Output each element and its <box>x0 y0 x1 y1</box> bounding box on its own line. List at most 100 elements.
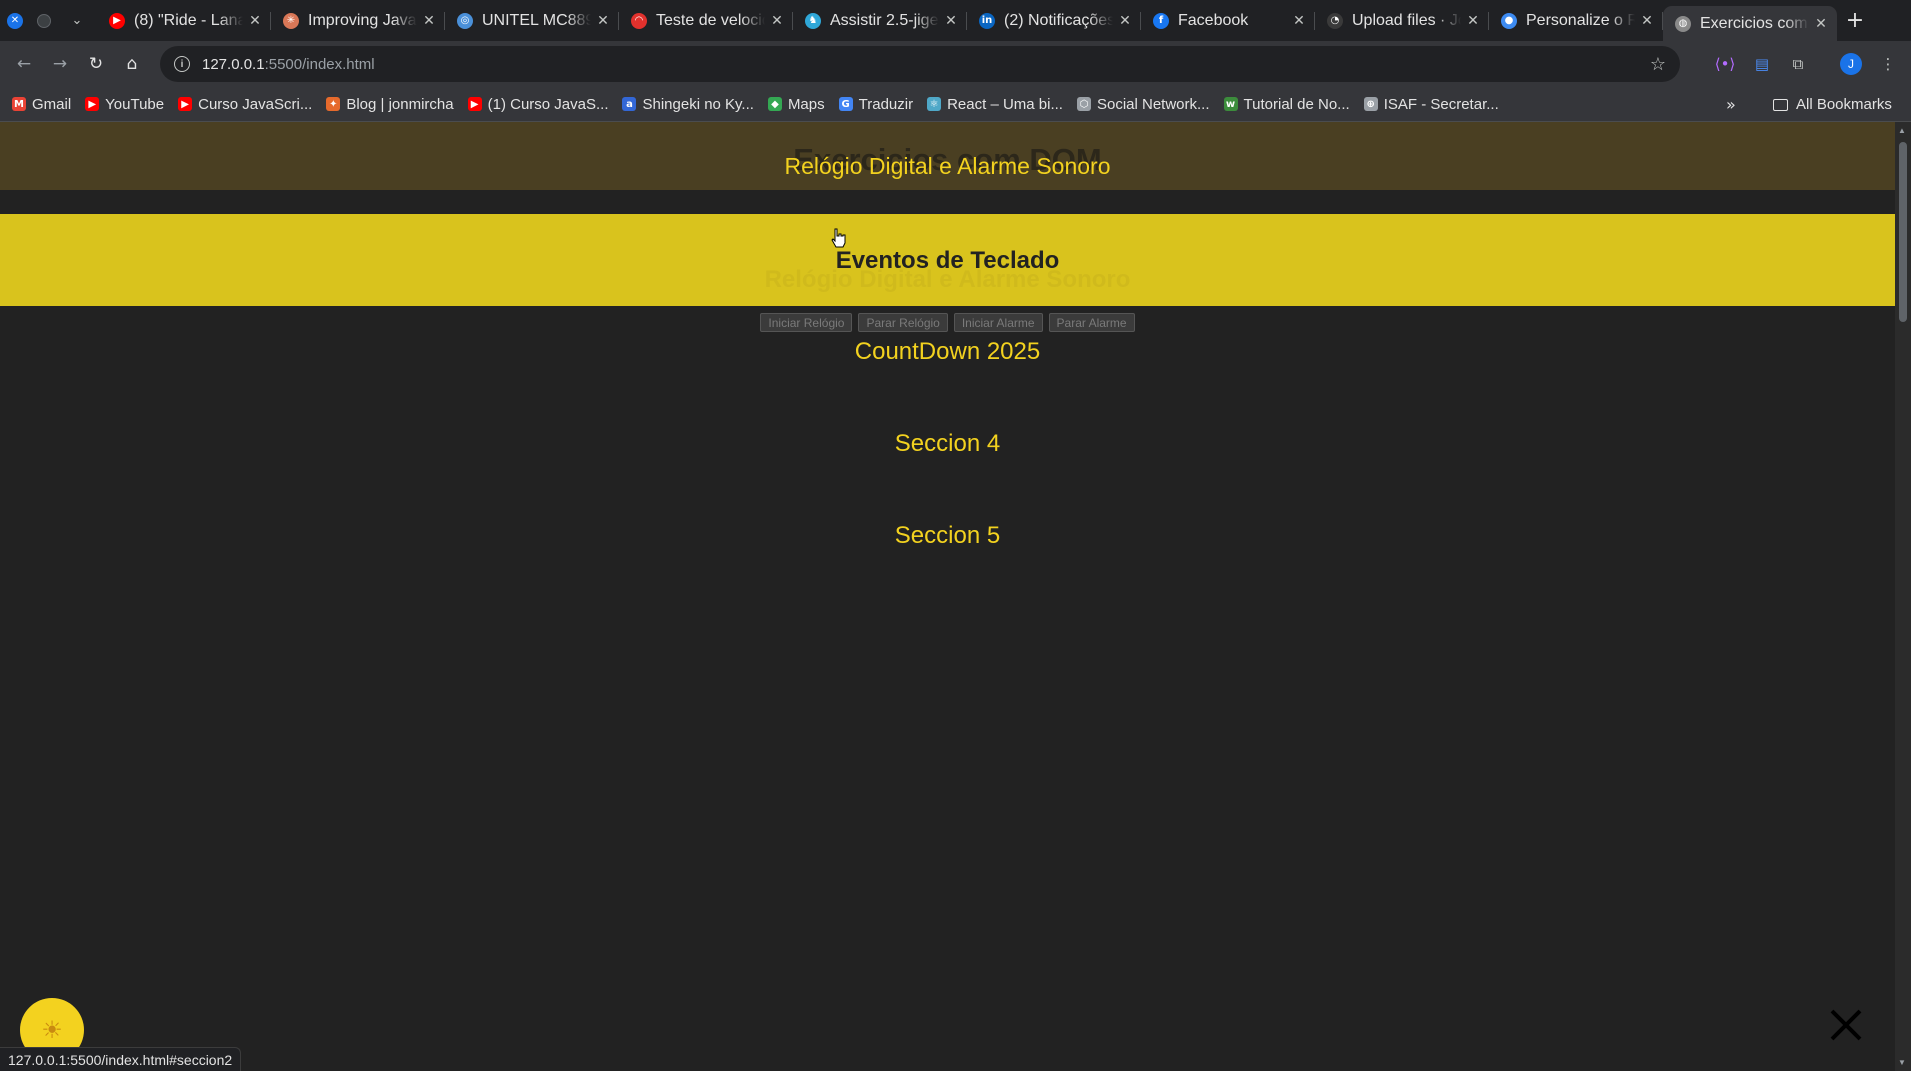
bookmark-item[interactable]: ⬡ Social Network... <box>1076 96 1210 113</box>
home-button[interactable]: ⌂ <box>114 46 150 82</box>
close-tab-icon[interactable]: ✕ <box>943 13 959 29</box>
translate-icon: G <box>838 97 853 111</box>
extensions-puzzle-icon[interactable]: ⧉ <box>1784 50 1812 78</box>
close-tab-icon[interactable]: ✕ <box>1465 13 1481 29</box>
forward-button[interactable]: → <box>42 46 78 82</box>
close-menu-icon[interactable] <box>1826 1005 1866 1045</box>
close-tab-icon[interactable]: ✕ <box>421 13 437 29</box>
bookmark-label: Gmail <box>32 95 72 113</box>
tab-title: Personalize o R <box>1526 11 1635 29</box>
browser-menu-icon[interactable]: ⋮ <box>1874 50 1902 78</box>
bookmark-item[interactable]: ✦ Blog | jonmircha <box>326 95 454 113</box>
bookmark-item[interactable]: ⊕ ISAF - Secretar... <box>1363 95 1499 113</box>
close-tab-icon[interactable]: ✕ <box>595 13 611 29</box>
anime-icon: ♞ <box>805 12 821 29</box>
bookmark-label: ISAF - Secretar... <box>1383 95 1499 113</box>
bookmark-star-icon[interactable]: ☆ <box>1650 54 1666 75</box>
clock-button-group: Iniciar Relógio Parar Relógio Iniciar Al… <box>0 313 1895 332</box>
browser-tab[interactable]: ✳ Improving Java ✕ <box>271 0 445 41</box>
back-button[interactable]: ← <box>6 46 42 82</box>
youtube-icon: ▶ <box>85 97 100 111</box>
menu-link-countdown[interactable]: CountDown 2025 <box>0 338 1895 366</box>
web-page: Exercicios com DOM Relógio Digital e Ala… <box>0 122 1895 1071</box>
more-bookmarks-icon[interactable]: » <box>1726 95 1736 114</box>
browser-tab[interactable]: ◠ Teste de velocid ✕ <box>619 0 793 41</box>
bookmark-label: Blog | jonmircha <box>346 95 454 113</box>
browser-tab[interactable]: ◔ Upload files · Jo ✕ <box>1315 0 1489 41</box>
tab-group-icon[interactable] <box>30 0 57 41</box>
bookmark-item[interactable]: ▶ YouTube <box>85 96 164 113</box>
globe-icon: ◎ <box>457 12 473 29</box>
browser-tab[interactable]: ● Personalize o R ✕ <box>1489 0 1663 41</box>
bookmark-item[interactable]: ◆ Maps <box>767 96 825 113</box>
bookmark-item[interactable]: G Traduzir <box>838 96 913 113</box>
stop-alarm-button[interactable]: Parar Alarme <box>1048 313 1135 332</box>
page-icon: ◍ <box>1675 15 1691 32</box>
page-scrollbar[interactable]: ▲ ▼ <box>1895 122 1911 1071</box>
start-alarm-button[interactable]: Iniciar Alarme <box>953 313 1043 332</box>
browser-tab[interactable]: in (2) Notificações ✕ <box>967 0 1141 41</box>
site-info-icon[interactable]: i <box>174 56 190 72</box>
linkedin-icon: in <box>979 12 995 29</box>
url-path: :5500/index.html <box>264 55 375 73</box>
browser-tab[interactable]: f Facebook ✕ <box>1141 0 1315 41</box>
scroll-up-icon[interactable]: ▲ <box>1898 126 1906 135</box>
bookmark-label: YouTube <box>105 95 165 113</box>
youtube-icon: ▶ <box>467 97 482 111</box>
start-clock-button[interactable]: Iniciar Relógio <box>760 313 853 332</box>
status-bar-url: 127.0.0.1:5500/index.html#seccion2 <box>0 1047 242 1071</box>
extension-icon[interactable]: ⟨•⟩ <box>1711 50 1739 78</box>
bookmark-item[interactable]: w Tutorial de No... <box>1223 96 1350 113</box>
bookmark-item[interactable]: M Gmail <box>12 96 71 113</box>
bookmark-item[interactable]: ⚛ React – Uma bi... <box>927 96 1063 113</box>
close-tab-icon[interactable]: ✕ <box>247 13 263 29</box>
menu-link-seccion4[interactable]: Seccion 4 <box>0 430 1895 458</box>
bookmark-label: (1) Curso JavaS... <box>487 95 609 113</box>
speedtest-icon: ◠ <box>631 12 647 29</box>
browser-tab[interactable]: ▶ (8) "Ride - Lana ✕ <box>97 0 271 41</box>
bookmark-item[interactable]: ▶ Curso JavaScri... <box>178 96 312 113</box>
reload-button[interactable]: ↻ <box>78 46 114 82</box>
react-icon: ⚛ <box>927 97 942 111</box>
stop-clock-button[interactable]: Parar Relógio <box>858 313 948 332</box>
tab-title: (2) Notificações <box>1004 11 1113 29</box>
close-tab-icon[interactable]: ✕ <box>1291 13 1307 29</box>
close-window-icon[interactable]: ✕ <box>0 0 30 41</box>
bookmarks-bar: M Gmail ▶ YouTube ▶ Curso JavaScri... ✦ Blog | … <box>0 87 1911 122</box>
scrollbar-thumb[interactable] <box>1899 142 1907 322</box>
profile-avatar[interactable]: J <box>1840 53 1862 75</box>
scroll-down-icon[interactable]: ▼ <box>1898 1058 1906 1067</box>
browser-chrome: ✕ ⌄ ▶ (8) "Ride - Lana ✕ ✳ Improving Java ✕ ◎ U… <box>0 0 1911 122</box>
bookmark-label: Shingeki no Ky... <box>642 95 754 113</box>
translate-extension-icon[interactable]: ▤ <box>1748 50 1776 78</box>
tab-title: Facebook <box>1178 11 1249 29</box>
menu-link-seccion5[interactable]: Seccion 5 <box>0 522 1895 550</box>
tab-title: Teste de velocid <box>656 11 765 29</box>
close-tab-icon[interactable]: ✕ <box>1639 13 1655 29</box>
menu-link-teclado[interactable]: Eventos de Teclado <box>0 247 1895 275</box>
all-bookmarks-button[interactable]: All Bookmarks <box>1773 87 1892 122</box>
bookmark-item[interactable]: a Shingeki no Ky... <box>622 95 754 113</box>
facebook-icon: f <box>1153 12 1169 29</box>
bookmark-label: Curso JavaScri... <box>198 95 313 113</box>
tab-title: UNITEL MC889 <box>482 11 591 29</box>
bookmark-item[interactable]: ▶ (1) Curso JavaS... <box>467 95 609 113</box>
folder-icon <box>1773 98 1788 111</box>
anime-icon: a <box>622 97 637 111</box>
browser-tab[interactable]: ◍ Exercicios com ✕ <box>1663 6 1837 41</box>
claude-icon: ✳ <box>283 12 299 29</box>
youtube-icon: ▶ <box>109 12 125 29</box>
browser-tab[interactable]: ♞ Assistir 2.5-jige ✕ <box>793 0 967 41</box>
address-bar[interactable]: i 127.0.0.1:5500/index.html ☆ <box>160 46 1680 82</box>
tab-title: (8) "Ride - Lana <box>134 11 243 29</box>
close-tab-icon[interactable]: ✕ <box>1813 16 1829 32</box>
new-tab-button[interactable]: + <box>1837 0 1873 41</box>
tab-search-icon[interactable]: ⌄ <box>57 0 97 41</box>
close-tab-icon[interactable]: ✕ <box>1117 13 1133 29</box>
tab-title: Assistir 2.5-jige <box>830 11 939 29</box>
close-tab-icon[interactable]: ✕ <box>769 13 785 29</box>
menu-link-relogio[interactable]: Relógio Digital e Alarme Sonoro <box>0 153 1895 180</box>
hand-cursor-icon <box>831 228 846 248</box>
globe-icon: ⊕ <box>1363 97 1378 111</box>
browser-tab[interactable]: ◎ UNITEL MC889 ✕ <box>445 0 619 41</box>
